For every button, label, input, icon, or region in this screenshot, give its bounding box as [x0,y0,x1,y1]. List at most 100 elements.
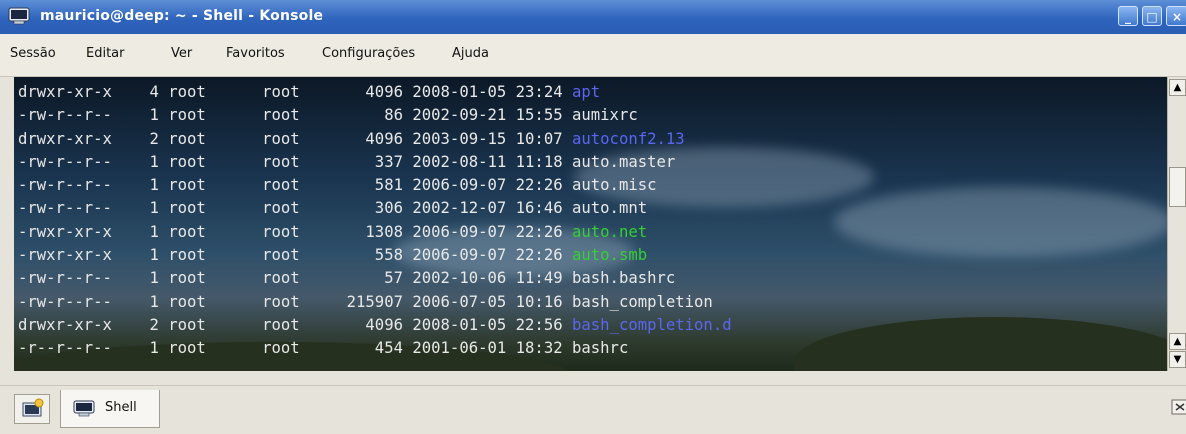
vertical-scrollbar[interactable]: ▲ ▲ ▼ [1167,77,1186,371]
terminal-line: drwxr-xr-x 4 root root 4096 2008-01-05 2… [18,81,732,104]
file-time: 10:07 [515,129,563,148]
file-perms: -rwxr-xr-x [18,222,112,241]
scroll-up-button-lower[interactable]: ▲ [1169,333,1186,350]
file-name: autoconf2.13 [572,129,685,148]
column-gap [206,199,262,217]
file-owner: root [168,269,206,288]
terminal-lines: drwxr-xr-x 4 root root 4096 2008-01-05 2… [18,81,732,361]
close-button[interactable]: × [1166,6,1186,26]
terminal-output[interactable]: drwxr-xr-x 4 root root 4096 2008-01-05 2… [14,77,1167,371]
maximize-icon: □ [1146,10,1158,24]
file-time: 11:49 [515,269,563,288]
column-gap [506,106,515,124]
terminal-line: -rw-r--r-- 1 root root 86 2002-09-21 15:… [18,104,732,127]
file-name: aumixrc [572,106,638,125]
new-session-button[interactable] [14,394,50,424]
file-time: 22:26 [515,222,563,241]
file-size: 4096 [309,129,403,148]
title-bar[interactable]: mauricio@deep: ~ - Shell - Konsole _ □ × [0,0,1186,34]
file-perms: -rw-r--r-- [18,152,112,171]
file-group: root [262,222,300,241]
file-perms: -rw-r--r-- [18,269,112,288]
menu-ver[interactable]: Ver [171,46,192,61]
minimize-button[interactable]: _ [1118,6,1138,26]
file-date: 2006-07-05 [412,292,507,311]
column-gap [300,316,309,334]
column-gap [300,130,309,148]
column-gap [112,269,150,287]
close-session-icon [1171,399,1186,415]
column-gap [506,130,515,148]
column-gap [206,176,262,194]
file-name: auto.net [572,222,648,241]
file-owner: root [168,199,206,218]
column-gap [403,153,412,171]
minimize-icon: _ [1125,10,1131,24]
file-links: 2 [149,129,159,148]
terminal-line: -rwxr-xr-x 1 root root 558 2006-09-07 22… [18,244,732,267]
file-owner: root [168,106,206,125]
column-gap [403,176,412,194]
menu-editar[interactable]: Editar [86,46,125,61]
column-gap [563,176,572,194]
column-gap [506,293,515,311]
column-gap [506,269,515,287]
file-group: root [262,129,300,148]
file-owner: root [168,339,206,358]
terminal-line: -rwxr-xr-x 1 root root 1308 2006-09-07 2… [18,221,732,244]
file-size: 337 [309,152,403,171]
session-tab-bar: Shell [0,385,1186,434]
file-size: 4096 [309,83,403,101]
scrollbar-thumb[interactable] [1169,167,1186,207]
menu-favoritos[interactable]: Favoritos [226,46,285,61]
file-links: 1 [149,176,159,195]
file-date: 2002-09-21 [412,106,507,125]
column-gap [159,339,168,357]
tab-shell[interactable]: Shell [60,390,160,428]
file-name: bashrc [572,339,629,358]
file-time: 23:24 [515,83,563,101]
column-gap [506,176,515,194]
column-gap [206,153,262,171]
file-time: 16:46 [515,199,563,218]
column-gap [403,83,412,101]
file-owner: root [168,152,206,171]
menu-configuracoes[interactable]: Configurações [322,46,415,61]
file-size: 4096 [309,315,403,334]
column-gap [403,246,412,264]
file-links: 1 [149,246,159,265]
file-name: bash_completion [572,292,713,311]
file-time: 22:56 [515,315,563,334]
column-gap [506,83,515,101]
column-gap [300,106,309,124]
file-date: 2001-06-01 [412,339,507,358]
column-gap [206,83,262,101]
column-gap [159,293,168,311]
file-group: root [262,339,300,358]
file-group: root [262,106,300,125]
column-gap [300,246,309,264]
column-gap [206,293,262,311]
file-time: 22:26 [515,246,563,265]
file-date: 2002-12-07 [412,199,507,218]
menu-ajuda[interactable]: Ajuda [452,46,489,61]
column-gap [112,223,150,241]
column-gap [403,269,412,287]
maximize-button[interactable]: □ [1142,6,1162,26]
file-perms: -r--r--r-- [18,339,112,358]
file-name: apt [572,83,601,101]
column-gap [159,176,168,194]
file-group: root [262,292,300,311]
file-time: 10:16 [515,292,563,311]
file-name: auto.misc [572,176,657,195]
file-name: bash_completion.d [572,315,732,334]
menu-sessao[interactable]: Sessão [10,46,56,61]
column-gap [563,130,572,148]
file-links: 1 [149,106,159,125]
column-gap [206,130,262,148]
scroll-down-button[interactable]: ▼ [1169,351,1186,368]
close-session-button[interactable] [1168,394,1186,422]
scroll-up-button[interactable]: ▲ [1169,79,1186,96]
column-gap [159,199,168,217]
column-gap [403,130,412,148]
